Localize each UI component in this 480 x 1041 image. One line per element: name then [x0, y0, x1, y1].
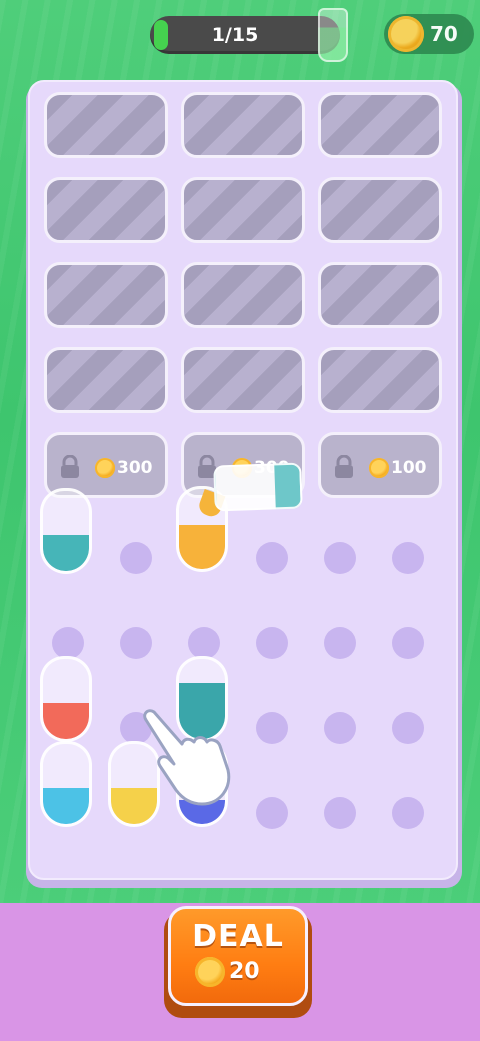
empty-slot-dot[interactable] — [120, 542, 152, 574]
locked-slot — [44, 177, 168, 243]
empty-slot-dot[interactable] — [256, 712, 288, 744]
pointing-hand-icon — [143, 709, 231, 806]
locked-slot — [181, 177, 305, 243]
unlock-cost: 100 — [369, 455, 427, 481]
tube-teal-top[interactable] — [40, 488, 92, 574]
deal-label: DEAL — [192, 919, 284, 954]
empty-slot-dot[interactable] — [392, 712, 424, 744]
empty-slot-dot[interactable] — [324, 542, 356, 574]
locked-slot — [181, 92, 305, 158]
liquid-fill — [43, 788, 89, 824]
level-progress-bar: 1/15 — [150, 16, 340, 54]
pouring-tube — [213, 462, 303, 512]
locked-slot — [318, 92, 442, 158]
empty-slot-dot[interactable] — [392, 797, 424, 829]
lock-icon — [61, 455, 79, 478]
empty-slot-dot[interactable] — [256, 542, 288, 574]
unlock-cost-value: 300 — [117, 458, 153, 478]
locked-slot — [318, 262, 442, 328]
locked-slot — [318, 347, 442, 413]
empty-slot-dot[interactable] — [120, 627, 152, 659]
coin-counter: 70 — [384, 14, 474, 54]
deal-button[interactable]: DEAL 20 — [168, 906, 308, 1006]
lock-icon — [335, 455, 353, 478]
empty-slot-dot[interactable] — [256, 627, 288, 659]
tube-cyan[interactable] — [40, 741, 92, 827]
empty-slot-dot[interactable] — [392, 542, 424, 574]
empty-slot-dot[interactable] — [52, 627, 84, 659]
coin-icon — [369, 458, 389, 478]
deal-cost: 20 — [229, 959, 260, 984]
locked-slot — [181, 347, 305, 413]
progress-cup-icon — [318, 8, 348, 62]
empty-slot-dot[interactable] — [392, 627, 424, 659]
locked-slot — [318, 177, 442, 243]
unlock-cost-value: 100 — [391, 458, 427, 478]
locked-slot — [181, 262, 305, 328]
empty-slot-dot[interactable] — [324, 712, 356, 744]
empty-slot-dot[interactable] — [324, 627, 356, 659]
locked-slot — [44, 262, 168, 328]
unlock-cost: 300 — [95, 455, 153, 481]
coin-icon — [388, 16, 424, 52]
liquid-fill — [179, 525, 225, 569]
liquid-fill — [43, 703, 89, 739]
level-progress-text: 1/15 — [211, 24, 259, 46]
coin-icon — [195, 957, 225, 987]
empty-slot-dot[interactable] — [188, 627, 220, 659]
locked-slot — [44, 92, 168, 158]
empty-slot-dot[interactable] — [324, 797, 356, 829]
unlock-slot-3[interactable]: 100 — [318, 432, 442, 498]
coin-icon — [95, 458, 115, 478]
liquid-fill — [43, 535, 89, 571]
locked-slot — [44, 347, 168, 413]
tube-coral[interactable] — [40, 656, 92, 742]
empty-slot-dot[interactable] — [256, 797, 288, 829]
coin-count: 70 — [430, 22, 458, 46]
